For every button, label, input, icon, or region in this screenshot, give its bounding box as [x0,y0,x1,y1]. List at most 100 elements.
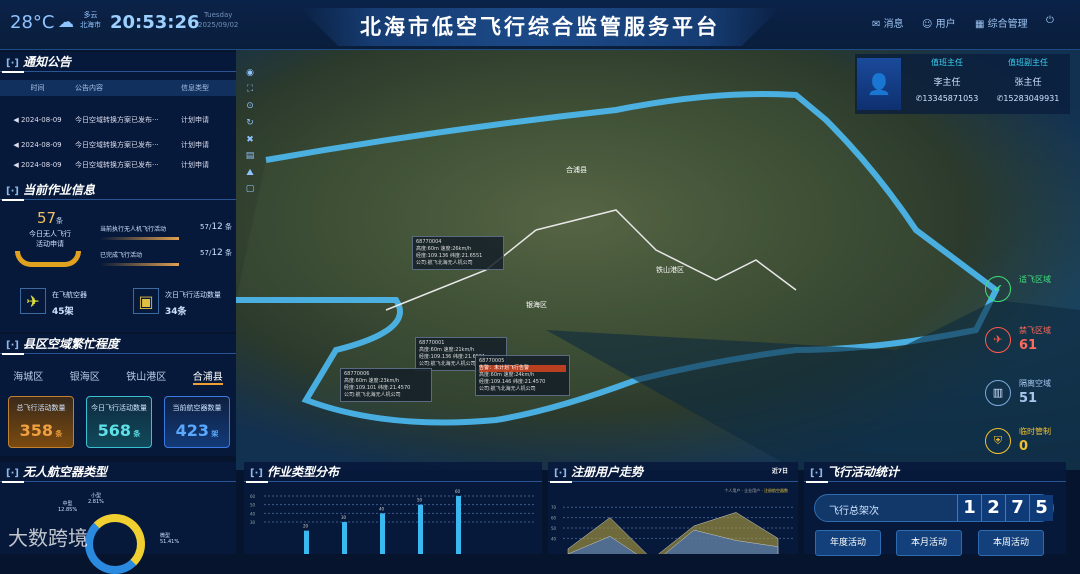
zone-label: 适飞区域 [1019,275,1051,284]
drone-info: 经度:109.146 纬度:21.4570 [479,379,546,385]
zone-safe[interactable]: ✔ 适飞区域 [985,272,1075,312]
tab-hepu[interactable]: 合浦县 [192,368,223,385]
gauge-arc [15,251,81,267]
total-flights: 飞行总架次 1275 [814,494,1054,522]
zone-isolated[interactable]: ▥ 隔离空域 51 [985,376,1075,416]
power-icon[interactable]: ⏻ [1046,15,1054,26]
digit: 5 [1029,495,1053,521]
today-gauge: 57条 今日无人飞行活动申请 [15,208,85,267]
in-flight-value: 45架 [52,307,74,317]
frame-icon[interactable]: ▢ [243,182,257,196]
card-value: 568 [97,421,131,440]
digit: 7 [1005,495,1029,521]
total-label: 飞行总架次 [829,506,879,517]
next-day-value: 34条 [165,307,187,317]
monthly-activity-button[interactable]: 本月活动 [896,530,962,556]
card-unit: 架 [211,430,219,438]
drone-info: 高度:60m 速度:24km/h [479,372,535,378]
panel-header: [·] 作业类型分布 [244,462,542,483]
legend-item: 个人用户 [724,488,741,493]
locate-icon[interactable]: ⊙ [243,99,257,113]
tick-label: 60 [250,494,256,499]
today-label: 今日无人飞行活动申请 [29,230,71,248]
city: 北海市 [80,21,101,29]
zone-no-fly[interactable]: ✈ 禁飞区域 61 [985,323,1075,363]
tab-yinhai[interactable]: 银海区 [70,368,100,385]
drone-popup[interactable]: 68770006 高度:60m 速度:23km/h 经度:109.101 纬度:21… [340,368,432,402]
panel-header: [·] 注册用户走势 近7日 [548,462,798,483]
in-flight: 在飞航空器 45架 [52,290,87,317]
admin-link[interactable]: ▦ 综合管理 [975,15,1028,30]
alert-banner: 告警：未计划飞行告警 [479,365,566,372]
messages-link[interactable]: ✉ 消息 [872,15,904,30]
rotate-icon[interactable]: ↻ [243,116,257,130]
drone-popup[interactable]: 68770004 高度:60m 速度:26km/h 经度:109.136 纬度:21… [412,236,504,270]
tick-label: 60 [551,516,557,521]
panel-title: 通知公告 [22,55,71,69]
terrain-icon[interactable]: ⛰ [243,166,257,180]
progress-value: 57/ [200,249,212,257]
progress-total: 12 [211,222,223,232]
weather-text: 多云 [83,11,98,19]
tab-haicheng[interactable]: 海城区 [13,368,43,385]
progress-2: 已完成飞行活动 57/12 条 [100,248,232,266]
layers-icon[interactable]: ▤ [243,149,257,163]
bar [342,522,347,554]
cell-time: ◀ 2024-08-09 [13,116,62,124]
temperature: 28°C [10,12,55,33]
zone-temporary[interactable]: ⛨ 临时管制 0 [985,424,1075,464]
col-content: 公告内容 [75,84,103,92]
table-row[interactable]: ◀ 2024-08-09 今日空域转换方案已发布··· 计划申请 [0,158,236,172]
tab-tieshangang[interactable]: 铁山港区 [126,368,166,385]
col-time: 时间 [30,84,45,92]
panel-header: [·] 飞行活动统计 [804,462,1066,483]
watermark: 大数跨境 [8,526,88,550]
slice-label: 微型 51.41% [160,532,179,545]
digit-counter: 1275 [957,495,1053,521]
admin-icon: ▦ [975,19,988,30]
bar [456,496,461,554]
district-tabs: 海城区 银海区 铁山港区 合浦县 [0,368,236,385]
panel-title: 县区空域繁忙程度 [22,337,119,351]
map-label-hepu: 合浦县 [566,166,587,174]
weekly-activity-button[interactable]: 本周活动 [978,530,1044,556]
job-type-panel: [·] 作业类型分布 30 40 50 60 20 30 40 50 60 [244,462,542,554]
bar [380,513,385,554]
slice-label: 中型 12.85% [58,500,77,513]
fullscreen-icon[interactable]: ⛶ [243,82,257,96]
yearly-activity-button[interactable]: 年度活动 [815,530,881,556]
table-row[interactable]: ◀ 2024-08-09 今日空域转换方案已发布··· 计划申请 [0,133,236,158]
zone-value: 61 [1019,338,1038,353]
stat-card-total: 总飞行活动数量 358 条 [8,396,74,448]
no-fly-icon: ✈ [985,327,1011,353]
panel-title: 注册用户走势 [570,465,643,479]
drone-info: 公司:航飞北海无人机公司 [344,392,401,398]
drone-info: 高度:60m 速度:26km/h [416,246,472,252]
contact-card: 👤 值班主任 李主任 ✆13345871053 值班副主任 张主任 ✆152830499… [855,54,1070,114]
today-count: 57 [36,209,57,227]
panel-header: [·] 通知公告 [0,52,236,73]
user-label: 用户 [935,19,956,30]
notice-table: 时间 公告内容 信息类型 ◀ 2024-08-09 今日空域转换方案已发布··· 计划申… [0,80,236,172]
user-link[interactable]: ☺ 用户 [922,15,956,30]
notice-panel: [·] 通知公告 时间 公告内容 信息类型 ◀ 2024-08-09 今日空域转换方案已… [0,52,236,180]
data-label: 20 [303,524,309,529]
contact-phone: 15283049931 [1003,94,1060,103]
table-row[interactable]: ◀ 2024-08-09 今日空域转换方案已发布··· 计划申请 [0,108,236,133]
contact-phone: 13345871053 [922,94,979,103]
panel-title: 作业类型分布 [266,465,339,479]
period-selector[interactable]: 近7日 [772,462,788,482]
cell-type: 计划申请 [181,141,209,149]
eye-icon[interactable]: ◉ [243,66,257,80]
user-icon: ☺ [922,19,936,30]
card-unit: 条 [133,430,141,438]
drone-alert-popup[interactable]: 68770005 告警：未计划飞行告警 高度:60m 速度:24km/h 经度:109… [475,355,570,396]
contact-name: 李主任 [933,78,961,88]
message-icon: ✉ [872,19,884,30]
contact-name: 张主任 [1014,78,1042,88]
progress-label: 当前执行无人机飞行活动 [100,226,167,233]
donut-chart [85,514,145,574]
admin-label: 综合管理 [987,19,1028,30]
close-icon[interactable]: ✖ [243,133,257,147]
shield-icon: ⛨ [985,428,1011,454]
